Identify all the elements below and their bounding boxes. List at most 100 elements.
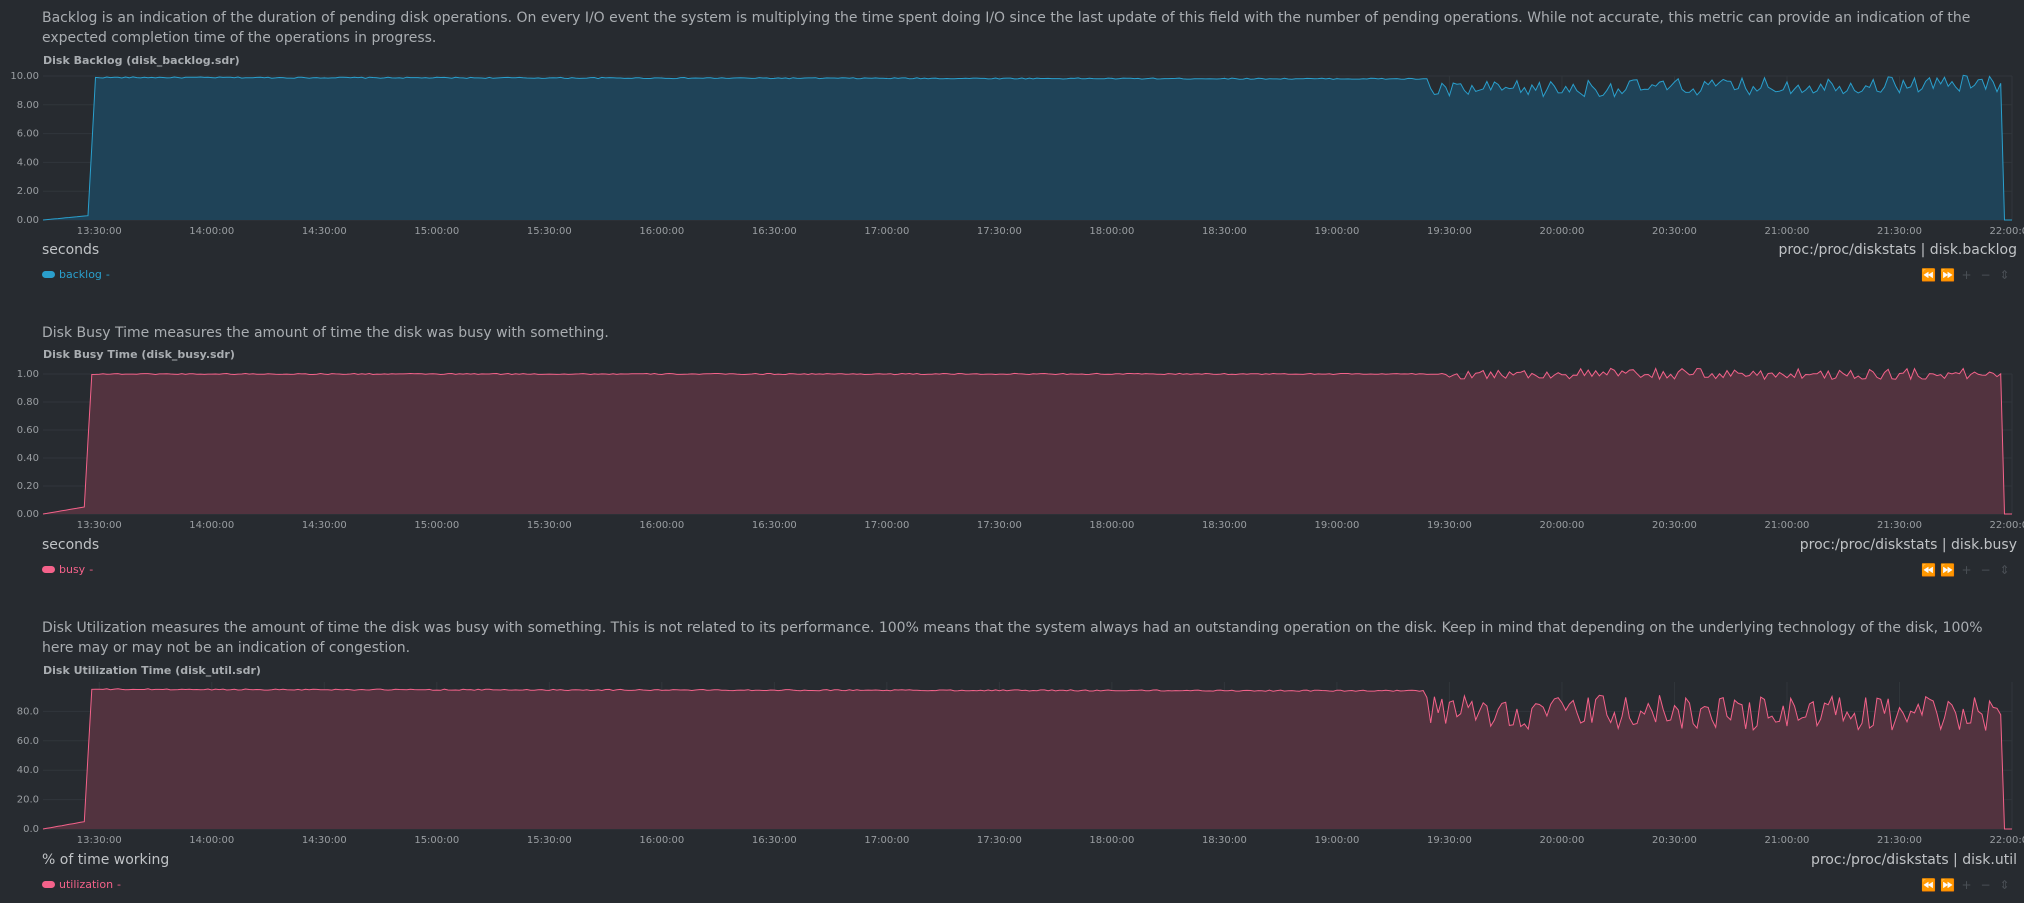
series-area-busy (43, 368, 2012, 514)
chart-title: Disk Utilization Time (disk_util.sdr) (43, 664, 261, 677)
x-tick-label: 14:00:00 (189, 226, 234, 237)
x-tick-label: 15:00:00 (414, 520, 459, 531)
x-tick-label: 13:30:00 (77, 226, 122, 237)
backlog-chart[interactable]: 0.00 2.00 4.00 6.00 8.00 10.00 13:30:00 14:00:0… (0, 70, 2024, 260)
rewind-icon[interactable]: ⏪ (1921, 268, 1936, 282)
x-tick-label: 22:00:00 (1990, 520, 2024, 531)
utilization-section: Disk Utilization measures the amount of … (0, 610, 2024, 903)
x-tick-label: 16:00:00 (639, 226, 684, 237)
x-tick-label: 18:00:00 (1089, 520, 1134, 531)
context-label: proc:/proc/diskstats | disk.busy (1799, 537, 2017, 553)
chart-toolbox: ⏪ ⏩ + − ⇕ (1921, 563, 2012, 577)
x-tick-label: 19:30:00 (1427, 520, 1472, 531)
x-tick-label: 21:30:00 (1877, 835, 1922, 846)
y-tick-label: 0.80 (17, 397, 39, 408)
x-tick-label: 17:00:00 (864, 520, 909, 531)
chart-description: Disk Utilization measures the amount of … (42, 620, 1983, 656)
fast-forward-icon[interactable]: ⏩ (1940, 878, 1955, 892)
rewind-icon[interactable]: ⏪ (1921, 563, 1936, 577)
legend-label[interactable]: busy (59, 563, 85, 576)
x-tick-label: 17:00:00 (864, 835, 909, 846)
x-tick-label: 17:30:00 (977, 226, 1022, 237)
x-tick-label: 15:30:00 (527, 835, 572, 846)
y-tick-label: 20.0 (17, 795, 39, 806)
zoom-in-icon[interactable]: + (1959, 878, 1974, 892)
zoom-out-icon[interactable]: − (1978, 268, 1993, 282)
y-tick-label: 8.00 (17, 100, 39, 111)
y-tick-label: 0.00 (17, 215, 39, 226)
y-tick-label: 80.0 (17, 706, 39, 717)
chart-description: Backlog is an indication of the duration… (42, 10, 1971, 46)
busy-chart[interactable]: 0.00 0.20 0.40 0.60 0.80 1.00 13:30:00 14:00:00… (0, 365, 2024, 555)
zoom-in-icon[interactable]: + (1959, 268, 1974, 282)
y-tick-label: 0.60 (17, 425, 39, 436)
x-tick-label: 20:30:00 (1652, 835, 1697, 846)
legend[interactable]: backlog - (42, 268, 110, 281)
resize-icon[interactable]: ⇕ (1997, 268, 2012, 282)
x-tick-label: 17:00:00 (864, 226, 909, 237)
units-label: seconds (42, 242, 100, 258)
y-tick-label: 4.00 (17, 157, 39, 168)
x-tick-label: 17:30:00 (977, 835, 1022, 846)
x-tick-label: 18:00:00 (1089, 226, 1134, 237)
legend-color-swatch (42, 566, 55, 573)
x-tick-label: 18:30:00 (1202, 226, 1247, 237)
x-tick-label: 18:30:00 (1202, 835, 1247, 846)
x-tick-label: 15:30:00 (527, 520, 572, 531)
utilization-chart[interactable]: 0.0 20.0 40.0 60.0 80.0 13:30:00 14:00:00 14:30… (0, 680, 2024, 870)
zoom-out-icon[interactable]: − (1978, 563, 1993, 577)
x-tick-label: 19:30:00 (1427, 835, 1472, 846)
y-tick-label: 10.00 (10, 71, 39, 82)
resize-icon[interactable]: ⇕ (1997, 563, 2012, 577)
chart-description: Disk Busy Time measures the amount of ti… (42, 325, 609, 341)
y-tick-label: 60.0 (17, 736, 39, 747)
resize-icon[interactable]: ⇕ (1997, 878, 2012, 892)
x-tick-label: 14:00:00 (189, 520, 234, 531)
legend-label[interactable]: utilization (59, 878, 113, 891)
x-tick-label: 20:00:00 (1539, 226, 1584, 237)
x-tick-label: 14:30:00 (302, 520, 347, 531)
x-tick-label: 17:30:00 (977, 520, 1022, 531)
y-tick-label: 6.00 (17, 129, 39, 140)
x-tick-label: 22:00:00 (1990, 226, 2024, 237)
x-tick-label: 21:00:00 (1765, 835, 1810, 846)
x-tick-label: 16:30:00 (752, 520, 797, 531)
x-tick-label: 21:30:00 (1877, 226, 1922, 237)
x-tick-label: 21:00:00 (1765, 520, 1810, 531)
y-tick-label: 2.00 (17, 186, 39, 197)
y-tick-label: 0.20 (17, 481, 39, 492)
fast-forward-icon[interactable]: ⏩ (1940, 268, 1955, 282)
fast-forward-icon[interactable]: ⏩ (1940, 563, 1955, 577)
backlog-section: Backlog is an indication of the duration… (0, 0, 2024, 300)
x-tick-label: 13:30:00 (77, 835, 122, 846)
x-tick-label: 20:00:00 (1539, 520, 1584, 531)
legend[interactable]: utilization - (42, 878, 121, 891)
x-tick-label: 22:00:00 (1990, 835, 2024, 846)
x-tick-label: 15:30:00 (527, 226, 572, 237)
x-tick-label: 18:30:00 (1202, 520, 1247, 531)
y-tick-label: 1.00 (17, 369, 39, 380)
x-tick-label: 13:30:00 (77, 520, 122, 531)
legend-value: - (105, 268, 110, 281)
chart-toolbox: ⏪ ⏩ + − ⇕ (1921, 268, 2012, 282)
legend-label[interactable]: backlog (59, 268, 102, 281)
context-label: proc:/proc/diskstats | disk.backlog (1778, 242, 2017, 258)
chart-title: Disk Busy Time (disk_busy.sdr) (43, 348, 235, 361)
x-tick-label: 19:00:00 (1314, 226, 1359, 237)
rewind-icon[interactable]: ⏪ (1921, 878, 1936, 892)
units-label: seconds (42, 537, 100, 553)
chart-title: Disk Backlog (disk_backlog.sdr) (43, 54, 240, 67)
x-tick-label: 19:00:00 (1314, 835, 1359, 846)
busy-section: Disk Busy Time measures the amount of ti… (0, 315, 2024, 605)
x-tick-label: 20:30:00 (1652, 226, 1697, 237)
legend-color-swatch (42, 271, 55, 278)
zoom-in-icon[interactable]: + (1959, 563, 1974, 577)
x-tick-label: 16:30:00 (752, 835, 797, 846)
legend-value: - (89, 563, 94, 576)
legend[interactable]: busy - (42, 563, 93, 576)
x-tick-label: 19:00:00 (1314, 520, 1359, 531)
units-label: % of time working (42, 852, 170, 868)
zoom-out-icon[interactable]: − (1978, 878, 1993, 892)
y-tick-label: 0.00 (17, 509, 39, 520)
x-tick-label: 19:30:00 (1427, 226, 1472, 237)
